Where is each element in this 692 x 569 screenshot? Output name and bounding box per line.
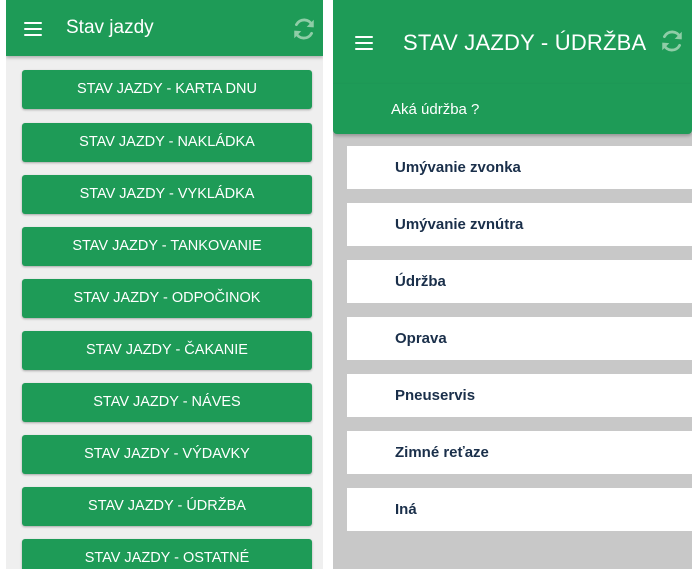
option-label: Pneuservis: [395, 387, 476, 404]
option-label: Zimné reťaze: [395, 444, 489, 461]
left-screen: Stav jazdy STAV JAZDY - KARTA DNU STAV J…: [6, 0, 323, 569]
refresh-icon[interactable]: [291, 16, 317, 42]
option-label: Údržba: [395, 273, 446, 290]
button-nakladka[interactable]: STAV JAZDY - NAKLÁDKA: [22, 123, 312, 162]
button-udrzba[interactable]: STAV JAZDY - ÚDRŽBA: [22, 487, 312, 526]
question-header: Aká údržba ?: [333, 84, 692, 134]
option-label: Umývanie zvonka: [395, 159, 521, 176]
right-page-title: STAV JAZDY - ÚDRŽBA: [403, 30, 647, 55]
option-zimne-retaze[interactable]: Zimné reťaze: [347, 431, 692, 474]
option-pneuservis[interactable]: Pneuservis: [347, 374, 692, 417]
button-vydavky[interactable]: STAV JAZDY - VÝDAVKY: [22, 435, 312, 474]
question-label: Aká údržba ?: [391, 101, 480, 118]
option-udrzba[interactable]: Údržba: [347, 260, 692, 303]
button-tankovanie[interactable]: STAV JAZDY - TANKOVANIE: [22, 227, 312, 266]
button-odpocinok[interactable]: STAV JAZDY - ODPOČINOK: [22, 279, 312, 318]
refresh-icon[interactable]: [659, 28, 685, 54]
left-page-title: Stav jazdy: [66, 17, 154, 38]
option-label: Umývanie zvnútra: [395, 216, 524, 233]
button-ostatne[interactable]: STAV JAZDY - OSTATNÉ: [22, 539, 312, 569]
hamburger-icon[interactable]: [355, 36, 373, 50]
right-app-bar: STAV JAZDY - ÚDRŽBA: [333, 0, 692, 84]
button-karta-dnu[interactable]: STAV JAZDY - KARTA DNU: [22, 70, 312, 109]
option-ina[interactable]: Iná: [347, 488, 692, 531]
hamburger-icon[interactable]: [24, 22, 42, 36]
left-app-bar: Stav jazdy: [6, 0, 323, 56]
option-label: Oprava: [395, 330, 447, 347]
button-cakanie[interactable]: STAV JAZDY - ČAKANIE: [22, 331, 312, 370]
option-umyvanie-zvnutra[interactable]: Umývanie zvnútra: [347, 203, 692, 246]
button-vykladka[interactable]: STAV JAZDY - VYKLÁDKA: [22, 175, 312, 214]
button-naves[interactable]: STAV JAZDY - NÁVES: [22, 383, 312, 422]
option-label: Iná: [395, 501, 417, 518]
right-screen: STAV JAZDY - ÚDRŽBA Aká údržba ? Umývani…: [333, 0, 692, 569]
option-oprava[interactable]: Oprava: [347, 317, 692, 360]
option-umyvanie-zvonka[interactable]: Umývanie zvonka: [347, 146, 692, 189]
